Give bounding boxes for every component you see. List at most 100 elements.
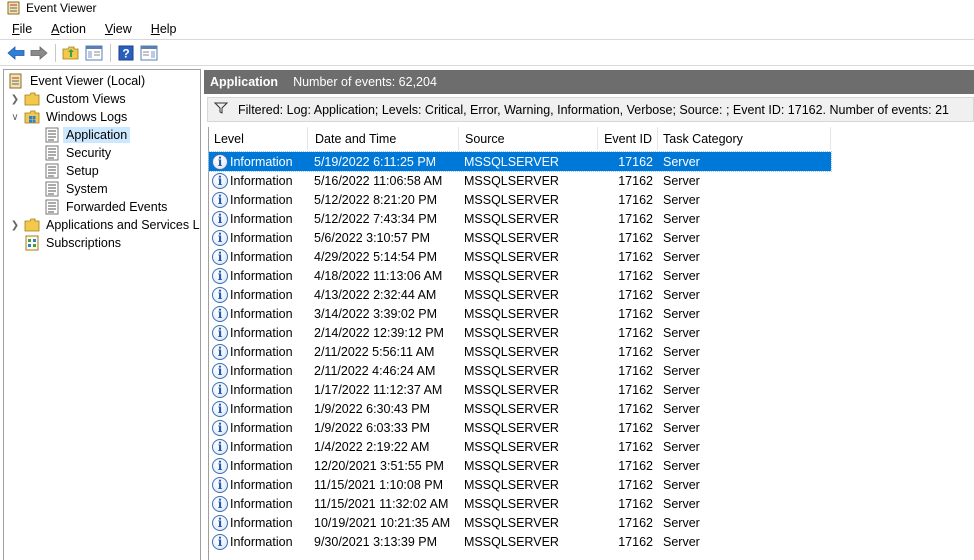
- date-cell: 4/29/2022 5:14:54 PM: [314, 249, 438, 264]
- date-cell: 3/14/2022 3:39:02 PM: [314, 306, 438, 321]
- table-row[interactable]: i Information 4/18/2022 11:13:06 AM MSSQLSE…: [209, 266, 831, 285]
- chevron-right-icon[interactable]: ❯: [10, 220, 20, 231]
- event-id-cell: 17162: [618, 515, 653, 530]
- table-row[interactable]: i Information 9/30/2021 3:13:39 PM MSSQLSER…: [209, 532, 831, 551]
- table-row[interactable]: i Information 1/9/2022 6:30:43 PM MSSQLSERV…: [209, 399, 831, 418]
- column-header-source[interactable]: Source: [459, 127, 598, 150]
- tree-item-applications-and-services[interactable]: ❯ Applications and Services Lo: [10, 216, 200, 234]
- information-icon: i: [212, 286, 228, 303]
- table-row[interactable]: i Information 3/14/2022 3:39:02 PM MSSQLSER…: [209, 304, 831, 323]
- table-row[interactable]: i Information 2/11/2022 5:56:11 AM MSSQLSER…: [209, 342, 831, 361]
- event-id-cell: 17162: [618, 211, 653, 226]
- tree-item-setup[interactable]: Setup: [44, 162, 102, 180]
- level-text: Information: [230, 439, 293, 454]
- show-hide-console-tree-icon[interactable]: [84, 43, 104, 63]
- level-text: Information: [230, 458, 293, 473]
- tree-item-system[interactable]: System: [44, 180, 111, 198]
- information-icon: i: [212, 229, 228, 246]
- date-cell: 2/11/2022 5:56:11 AM: [314, 344, 435, 359]
- chevron-right-icon[interactable]: ❯: [10, 94, 20, 105]
- source-cell: MSSQLSERVER: [464, 515, 559, 530]
- level-text: Information: [230, 325, 293, 340]
- task-category-cell: Server: [663, 439, 700, 454]
- information-icon: i: [212, 457, 228, 474]
- date-cell: 12/20/2021 3:51:55 PM: [314, 458, 444, 473]
- menu-file[interactable]: File: [0, 22, 39, 36]
- level-text: Information: [230, 192, 293, 207]
- help-icon[interactable]: ?: [116, 43, 136, 63]
- source-cell: MSSQLSERVER: [464, 534, 559, 549]
- level-cell: i Information: [212, 494, 293, 513]
- back-arrow-icon[interactable]: [6, 43, 26, 63]
- level-text: Information: [230, 515, 293, 530]
- level-cell: i Information: [212, 361, 293, 380]
- level-cell: i Information: [212, 475, 293, 494]
- date-cell: 5/12/2022 8:21:20 PM: [314, 192, 438, 207]
- table-row[interactable]: i Information 5/12/2022 8:21:20 PM MSSQLSER…: [209, 190, 831, 209]
- table-row[interactable]: i Information 1/17/2022 11:12:37 AM MSSQLSE…: [209, 380, 831, 399]
- folder-up-icon[interactable]: [61, 43, 81, 63]
- level-text: Information: [230, 211, 293, 226]
- events-grid[interactable]: Level Date and Time Source Event ID Task…: [208, 127, 974, 560]
- level-cell: i Information: [212, 399, 293, 418]
- level-text: Information: [230, 534, 293, 549]
- level-cell: i Information: [212, 266, 293, 285]
- date-cell: 11/15/2021 11:32:02 AM: [314, 496, 449, 511]
- tree-item-subscriptions[interactable]: Subscriptions: [24, 234, 124, 252]
- information-icon: i: [212, 210, 228, 227]
- menu-action[interactable]: Action: [39, 22, 93, 36]
- event-id-cell: 17162: [618, 268, 653, 283]
- level-text: Information: [230, 344, 293, 359]
- table-row[interactable]: i Information 2/14/2022 12:39:12 PM MSSQLSE…: [209, 323, 831, 342]
- table-row[interactable]: i Information 10/19/2021 10:21:35 AM MSSQLS…: [209, 513, 831, 532]
- table-row[interactable]: i Information 11/15/2021 1:10:08 PM MSSQLSE…: [209, 475, 831, 494]
- column-header-label: Date and Time: [315, 131, 397, 146]
- forward-arrow-icon[interactable]: [29, 43, 49, 63]
- date-cell: 1/9/2022 6:03:33 PM: [314, 420, 431, 435]
- source-cell: MSSQLSERVER: [464, 401, 559, 416]
- table-row[interactable]: i Information 5/6/2022 3:10:57 PM MSSQLSERV…: [209, 228, 831, 247]
- tree-item-windows-logs[interactable]: ∨ Windows Logs: [10, 108, 130, 126]
- table-row[interactable]: i Information 5/12/2022 7:43:34 PM MSSQLSER…: [209, 209, 831, 228]
- level-cell: i Information: [212, 228, 293, 247]
- table-row[interactable]: i Information 4/13/2022 2:32:44 AM MSSQLSER…: [209, 285, 831, 304]
- menu-bar: File Action View Help: [0, 18, 974, 40]
- menu-view[interactable]: View: [93, 22, 139, 36]
- information-icon: i: [212, 191, 228, 208]
- tree-item-forwarded-events[interactable]: Forwarded Events: [44, 198, 170, 216]
- column-header-event-id[interactable]: Event ID: [598, 127, 658, 150]
- date-cell: 1/4/2022 2:19:22 AM: [314, 439, 430, 454]
- event-id-cell: 17162: [618, 382, 653, 397]
- date-cell: 5/12/2022 7:43:34 PM: [314, 211, 438, 226]
- information-icon: i: [212, 324, 228, 341]
- chevron-down-icon[interactable]: ∨: [10, 112, 20, 123]
- level-cell: i Information: [212, 285, 293, 304]
- log-header-bar: Application Number of events: 62,204: [204, 70, 974, 94]
- event-id-cell: 17162: [618, 420, 653, 435]
- show-hide-action-pane-icon[interactable]: [139, 43, 159, 63]
- column-header-task-category[interactable]: Task Category: [658, 127, 831, 150]
- menu-help[interactable]: Help: [139, 22, 184, 36]
- task-category-cell: Server: [663, 249, 700, 264]
- source-cell: MSSQLSERVER: [464, 154, 559, 169]
- tree-item-security[interactable]: Security: [44, 144, 114, 162]
- event-id-cell: 17162: [618, 401, 653, 416]
- information-icon: i: [212, 400, 228, 417]
- log-icon: [44, 145, 60, 161]
- windows-logs-folder-icon: [24, 109, 40, 125]
- table-row[interactable]: i Information 1/9/2022 6:03:33 PM MSSQLSERV…: [209, 418, 831, 437]
- table-row[interactable]: i Information 2/11/2022 4:46:24 AM MSSQLSER…: [209, 361, 831, 380]
- tree-item-event-viewer-local[interactable]: Event Viewer (Local): [8, 72, 148, 90]
- table-row[interactable]: i Information 11/15/2021 11:32:02 AM MSSQLS…: [209, 494, 831, 513]
- column-header-date-and-time[interactable]: Date and Time: [308, 127, 459, 150]
- console-tree[interactable]: Event Viewer (Local) ❯ Custom Views ∨ Wi…: [3, 69, 201, 560]
- table-row[interactable]: i Information 5/19/2022 6:11:25 PM MSSQLSER…: [208, 151, 832, 172]
- level-cell: i Information: [212, 323, 293, 342]
- table-row[interactable]: i Information 4/29/2022 5:14:54 PM MSSQLSER…: [209, 247, 831, 266]
- tree-item-custom-views[interactable]: ❯ Custom Views: [10, 90, 129, 108]
- table-row[interactable]: i Information 5/16/2022 11:06:58 AM MSSQLSE…: [209, 171, 831, 190]
- table-row[interactable]: i Information 1/4/2022 2:19:22 AM MSSQLSERV…: [209, 437, 831, 456]
- table-row[interactable]: i Information 12/20/2021 3:51:55 PM MSSQLSE…: [209, 456, 831, 475]
- tree-item-application[interactable]: Application: [44, 126, 131, 144]
- column-header-level[interactable]: Level: [209, 127, 308, 150]
